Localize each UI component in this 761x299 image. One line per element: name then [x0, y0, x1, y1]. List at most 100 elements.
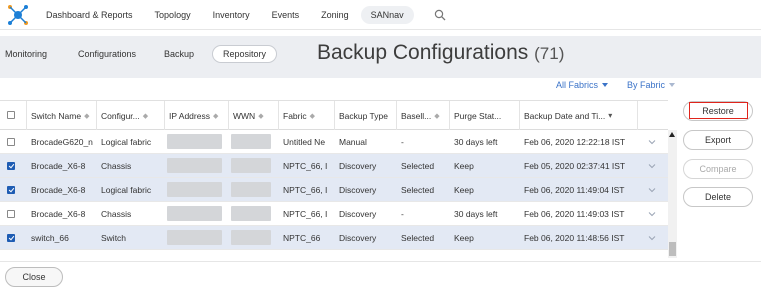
- cell-baseline: Selected: [401, 233, 435, 243]
- fabric-filter-dropdown[interactable]: All Fabrics: [556, 80, 609, 90]
- cell-switch-name: Brocade_X6-8: [31, 185, 86, 195]
- sort-icon: ◆: [142, 112, 149, 120]
- nav-topology[interactable]: Topology: [155, 10, 191, 20]
- table-row[interactable]: Brocade_X6-8 Logical fabric NPTC_66, I D…: [0, 178, 668, 202]
- col-wwn[interactable]: WWN ◆: [229, 101, 279, 130]
- cell-backup-date: Feb 06, 2020 11:48:56 IST: [524, 233, 625, 243]
- close-button[interactable]: Close: [5, 267, 63, 287]
- sort-icon: ◆: [258, 112, 264, 120]
- chevron-down-icon: [669, 83, 676, 87]
- chevron-down-icon[interactable]: [648, 210, 656, 218]
- scroll-up-arrow-icon[interactable]: [669, 132, 675, 137]
- col-backup-type[interactable]: Backup Type: [335, 101, 397, 130]
- col-baseline[interactable]: Basell... ◆: [397, 101, 450, 130]
- top-navigation-bar: Dashboard & Reports Topology Inventory E…: [0, 0, 761, 30]
- nav-events[interactable]: Events: [272, 10, 300, 20]
- redacted-wwn: [231, 206, 271, 221]
- chevron-down-icon[interactable]: [648, 186, 656, 194]
- restore-button[interactable]: Restore: [683, 101, 753, 121]
- chevron-down-icon[interactable]: [648, 162, 656, 170]
- col-wwn-label: WWN: [233, 110, 256, 121]
- col-baseline-label: Basell...: [401, 110, 432, 121]
- col-switch-name[interactable]: Switch Name ◆: [27, 101, 97, 130]
- nav-zoning[interactable]: Zoning: [321, 10, 349, 20]
- col-ip-address-label: IP Address: [169, 110, 210, 121]
- col-backup-date[interactable]: Backup Date and Ti... ▾: [520, 101, 638, 130]
- row-checkbox[interactable]: [7, 186, 15, 194]
- redacted-ip-address: [167, 158, 222, 173]
- select-all-checkbox[interactable]: [7, 111, 15, 119]
- cell-configuration: Switch: [101, 233, 127, 243]
- cell-backup-type: Manual: [339, 137, 367, 147]
- col-configuration[interactable]: Configur... ◆: [97, 101, 165, 130]
- app-logo-icon[interactable]: [6, 3, 30, 27]
- cell-configuration: Chassis: [101, 161, 132, 171]
- row-checkbox[interactable]: [7, 210, 15, 218]
- cell-backup-date: Feb 06, 2020 11:49:04 IST: [524, 185, 625, 195]
- tab-monitoring[interactable]: Monitoring: [5, 49, 47, 59]
- col-expand: [638, 101, 668, 130]
- table-scrollbar[interactable]: [668, 130, 677, 258]
- cell-backup-type: Discovery: [339, 209, 377, 219]
- redacted-ip-address: [167, 134, 222, 149]
- col-backup-type-label: Backup Type: [339, 110, 388, 121]
- search-icon[interactable]: [434, 9, 446, 21]
- col-purge-status[interactable]: Purge Stat...: [450, 101, 520, 130]
- redacted-wwn: [231, 182, 271, 197]
- redacted-ip-address: [167, 182, 222, 197]
- cell-baseline: -: [401, 137, 404, 147]
- compare-button[interactable]: Compare: [683, 159, 753, 179]
- page-title-count: (71): [534, 44, 565, 63]
- fabric-filter-label: All Fabrics: [556, 80, 599, 90]
- nav-inventory[interactable]: Inventory: [213, 10, 250, 20]
- col-fabric[interactable]: Fabric ◆: [279, 101, 335, 130]
- sort-icon: ◆: [84, 112, 90, 120]
- cell-purge-status: Keep: [454, 233, 474, 243]
- col-purge-status-label: Purge Stat...: [454, 110, 502, 121]
- table-row[interactable]: BrocadeG620_n Logical fabric Untitled Ne…: [0, 130, 668, 154]
- tab-repository[interactable]: Repository: [212, 45, 278, 63]
- chevron-down-icon[interactable]: [648, 234, 656, 242]
- redacted-ip-address: [167, 206, 222, 221]
- row-checkbox[interactable]: [7, 162, 15, 170]
- nav-sannav[interactable]: SANnav: [360, 6, 414, 24]
- redacted-wwn: [231, 230, 271, 245]
- export-button[interactable]: Export: [683, 130, 753, 150]
- scroll-thumb[interactable]: [669, 242, 676, 256]
- nav-dashboard-reports[interactable]: Dashboard & Reports: [46, 10, 133, 20]
- table-row[interactable]: Brocade_X6-8 Chassis NPTC_66, I Discover…: [0, 154, 668, 178]
- cell-configuration: Logical fabric: [101, 185, 152, 195]
- cell-baseline: Selected: [401, 161, 435, 171]
- sort-icon: ◆: [309, 112, 316, 120]
- table-row[interactable]: switch_66 Switch NPTC_66 Discovery Selec…: [0, 226, 668, 250]
- top-nav: Dashboard & Reports Topology Inventory E…: [46, 0, 426, 30]
- tab-backup[interactable]: Backup: [164, 49, 194, 59]
- table-header: Switch Name ◆ Configur... ◆ IP Address ◆ WW…: [0, 101, 668, 130]
- cell-baseline: -: [401, 209, 404, 219]
- cell-backup-type: Discovery: [339, 185, 377, 195]
- redacted-wwn: [231, 134, 271, 149]
- cell-backup-date: Feb 06, 2020 12:22:18 IST: [524, 137, 626, 147]
- row-checkbox[interactable]: [7, 138, 15, 146]
- group-filter-dropdown[interactable]: By Fabric: [627, 80, 676, 90]
- page-title: Backup Configurations (71): [317, 41, 564, 65]
- col-fabric-label: Fabric: [283, 110, 307, 121]
- cell-purge-status: Keep: [454, 161, 474, 171]
- cell-backup-type: Discovery: [339, 161, 377, 171]
- cell-configuration: Logical fabric: [101, 137, 152, 147]
- cell-switch-name: Brocade_X6-8: [31, 161, 86, 171]
- tab-configurations[interactable]: Configurations: [78, 49, 136, 59]
- col-configuration-label: Configur...: [101, 110, 140, 121]
- table-row[interactable]: Brocade_X6-8 Chassis NPTC_66, I Discover…: [0, 202, 668, 226]
- col-ip-address[interactable]: IP Address ◆: [165, 101, 229, 130]
- sort-desc-icon: ▾: [608, 111, 613, 120]
- cell-purge-status: 30 days left: [454, 209, 498, 219]
- delete-button[interactable]: Delete: [683, 187, 753, 207]
- cell-purge-status: Keep: [454, 185, 474, 195]
- sub-navigation-bar: Monitoring Configurations Backup Reposit…: [0, 36, 761, 78]
- row-checkbox[interactable]: [7, 234, 15, 242]
- footer-divider: [0, 261, 761, 262]
- cell-purge-status: 30 days left: [454, 137, 498, 147]
- cell-backup-type: Discovery: [339, 233, 377, 243]
- chevron-down-icon[interactable]: [648, 138, 656, 146]
